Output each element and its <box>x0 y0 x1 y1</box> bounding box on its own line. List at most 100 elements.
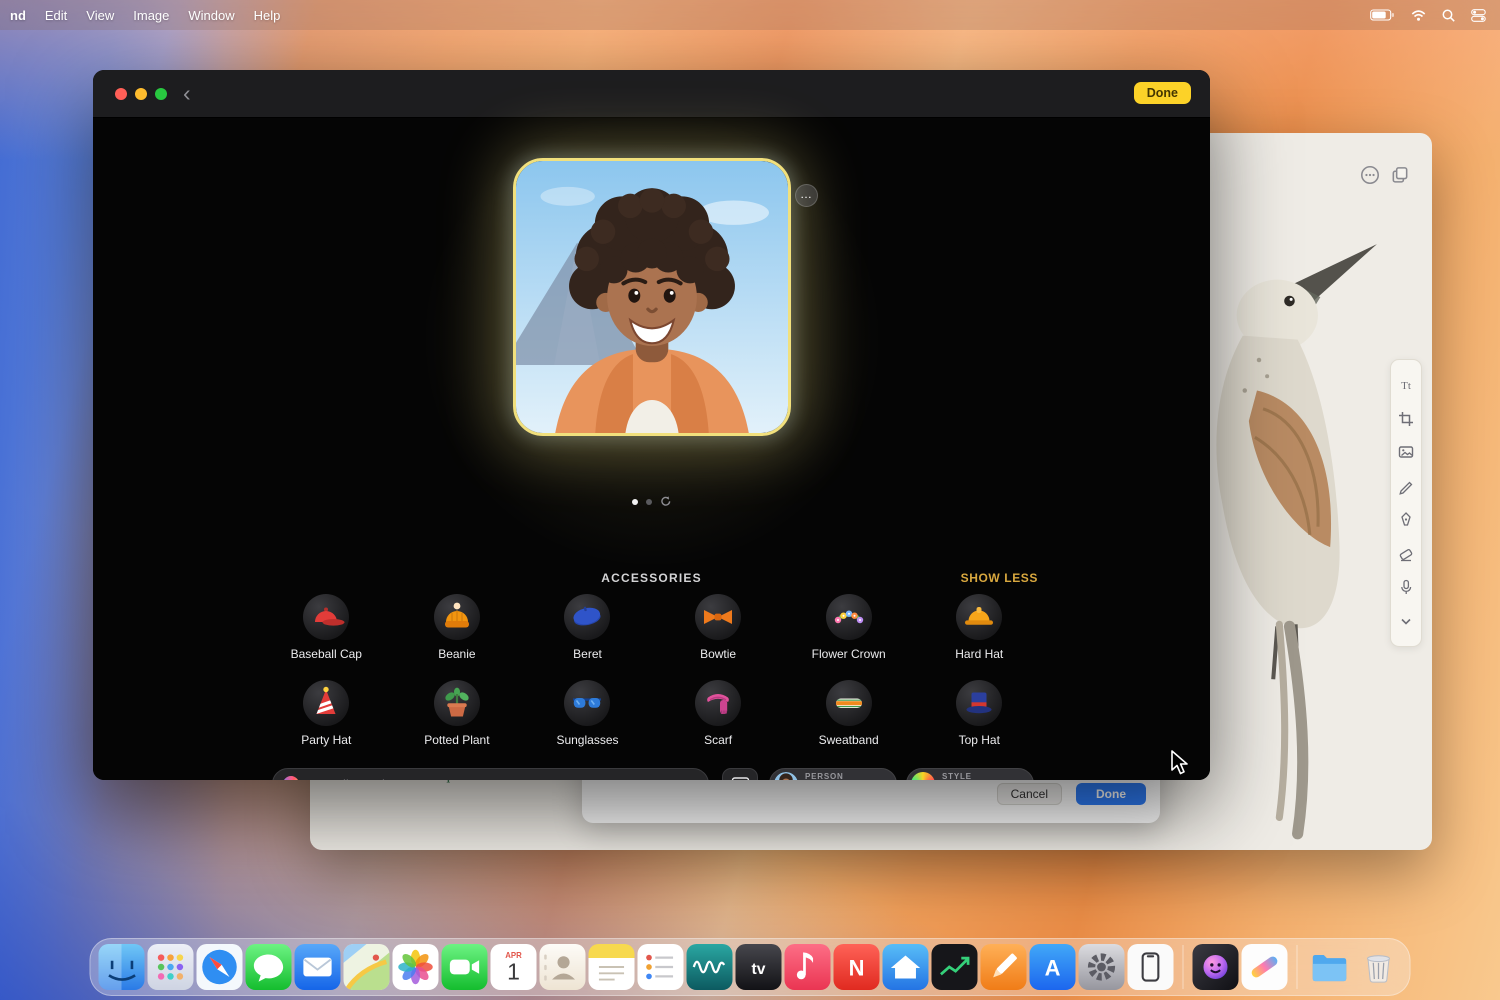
media-tool-icon[interactable] <box>1397 443 1415 461</box>
accessory-party-hat[interactable]: Party Hat <box>261 680 392 747</box>
dock-app-trash[interactable] <box>1356 944 1402 990</box>
freeform-icon <box>1242 944 1288 990</box>
accessory-potted-plant[interactable]: Potted Plant <box>392 680 523 747</box>
dock-app-freeform[interactable] <box>1242 944 1288 990</box>
notes-icon <box>589 944 635 990</box>
baseball-cap-icon <box>303 594 349 640</box>
pen-tool-icon[interactable] <box>1397 511 1415 529</box>
accessory-beret[interactable]: Beret <box>522 594 653 661</box>
svg-text:N: N <box>849 955 865 980</box>
svg-text:tv: tv <box>752 961 766 978</box>
scarf-icon <box>695 680 741 726</box>
dock-app-finder[interactable] <box>99 944 145 990</box>
accessory-bowtie[interactable]: Bowtie <box>653 594 784 661</box>
menu-item-window[interactable]: Window <box>188 8 234 23</box>
dock-app-app-store[interactable]: A <box>1030 944 1076 990</box>
crop-tool-icon[interactable] <box>1397 410 1415 428</box>
accessory-top-hat[interactable]: Top Hat <box>914 680 1045 747</box>
dock-app-contacts[interactable] <box>540 944 586 990</box>
accessory-hard-hat[interactable]: Hard Hat <box>914 594 1045 661</box>
accessory-flower-crown[interactable]: Flower Crown <box>783 594 914 661</box>
dock-app-home[interactable] <box>883 944 929 990</box>
launchpad-icon <box>148 944 194 990</box>
accessories-row-1: Baseball Cap BeanieBeretBowtieFlower Crow… <box>261 594 1045 661</box>
accessory-baseball-cap[interactable]: Baseball Cap <box>261 594 392 661</box>
accessory-label: Top Hat <box>959 733 1000 747</box>
choose-photo-button[interactable] <box>722 768 758 780</box>
pencil-tool-icon[interactable] <box>1397 477 1415 495</box>
mic-tool-icon[interactable] <box>1397 578 1415 596</box>
dock-app-pages[interactable] <box>981 944 1027 990</box>
more-options-button[interactable]: … <box>795 184 818 207</box>
copy-icon[interactable] <box>1390 165 1410 185</box>
dock-app-tv[interactable]: tv <box>736 944 782 990</box>
menu-item-edit[interactable]: Edit <box>45 8 67 23</box>
dock-app-settings[interactable] <box>1079 944 1125 990</box>
contacts-icon <box>540 944 586 990</box>
zoom-button[interactable] <box>155 88 167 100</box>
minimize-button[interactable] <box>135 88 147 100</box>
svg-text:Tt: Tt <box>1401 380 1411 392</box>
show-less-button[interactable]: SHOW LESS <box>961 571 1038 585</box>
close-button[interactable] <box>115 88 127 100</box>
accessory-beanie[interactable]: Beanie <box>392 594 523 661</box>
generated-image[interactable] <box>513 158 791 436</box>
accessory-sunglasses[interactable]: Sunglasses <box>522 680 653 747</box>
dock-app-notes[interactable] <box>589 944 635 990</box>
dock-app-launchpad[interactable] <box>148 944 194 990</box>
dock-app-mail[interactable] <box>295 944 341 990</box>
dock-separator <box>1183 945 1184 989</box>
menu-item-image[interactable]: Image <box>133 8 169 23</box>
accessory-sweatband[interactable]: Sweatband <box>783 680 914 747</box>
battery-icon[interactable] <box>1370 9 1395 21</box>
dock-app-calendar[interactable]: APR1 <box>491 944 537 990</box>
accessory-label: Baseball Cap <box>291 647 362 661</box>
playground-content: … ACCESSORIES SHOW LESS Baseball CapBean… <box>93 118 1210 780</box>
sweatband-icon <box>826 680 872 726</box>
dock-app-facetime[interactable] <box>442 944 488 990</box>
downloads-icon <box>1307 944 1353 990</box>
page-dot[interactable] <box>646 499 652 505</box>
text-tool-icon[interactable]: Tt <box>1397 376 1415 394</box>
dock-app-stocks[interactable] <box>932 944 978 990</box>
dock-app-news[interactable]: N <box>834 944 880 990</box>
dock-app-music[interactable] <box>785 944 831 990</box>
page-dot[interactable] <box>632 499 638 505</box>
chevron-down-icon[interactable] <box>1397 612 1415 630</box>
dialog-buttons: Cancel Done <box>997 783 1146 805</box>
dock-app-messages[interactable] <box>246 944 292 990</box>
dock-app-garageband[interactable] <box>687 944 733 990</box>
eraser-tool-icon[interactable] <box>1397 545 1415 563</box>
dock-app-reminders[interactable] <box>638 944 684 990</box>
more-circle-icon[interactable] <box>1360 165 1380 185</box>
dock-app-safari[interactable] <box>197 944 243 990</box>
done-button[interactable]: Done <box>1134 82 1191 104</box>
music-icon <box>785 944 831 990</box>
control-center-icon[interactable] <box>1471 9 1486 22</box>
accessory-label: Sunglasses <box>556 733 618 747</box>
dock-app-image-playground[interactable] <box>1193 944 1239 990</box>
search-icon[interactable] <box>1442 9 1455 22</box>
regenerate-icon[interactable] <box>660 496 671 507</box>
accessory-scarf[interactable]: Scarf <box>653 680 784 747</box>
dock-app-photos[interactable] <box>393 944 439 990</box>
menu-app-name[interactable]: nd <box>10 8 26 23</box>
prompt-input[interactable] <box>272 768 709 780</box>
svg-text:1: 1 <box>507 959 520 985</box>
menu-item-view[interactable]: View <box>86 8 114 23</box>
window-controls <box>115 88 167 100</box>
person-chip[interactable]: PERSON Theo <box>769 768 897 780</box>
svg-text:A: A <box>1045 955 1061 980</box>
app-store-icon: A <box>1030 944 1076 990</box>
dialog-done-button[interactable]: Done <box>1076 783 1146 805</box>
cancel-button[interactable]: Cancel <box>997 783 1062 805</box>
person-kicker: PERSON <box>805 773 844 780</box>
dock-app-iphone-mirroring[interactable] <box>1128 944 1174 990</box>
back-button[interactable]: ‹ <box>183 80 191 106</box>
style-chip[interactable]: STYLE Animation <box>906 768 1034 780</box>
menu-item-help[interactable]: Help <box>254 8 281 23</box>
beanie-icon <box>434 594 480 640</box>
wifi-icon[interactable] <box>1411 10 1426 21</box>
dock-app-downloads[interactable] <box>1307 944 1353 990</box>
dock-app-maps[interactable] <box>344 944 390 990</box>
